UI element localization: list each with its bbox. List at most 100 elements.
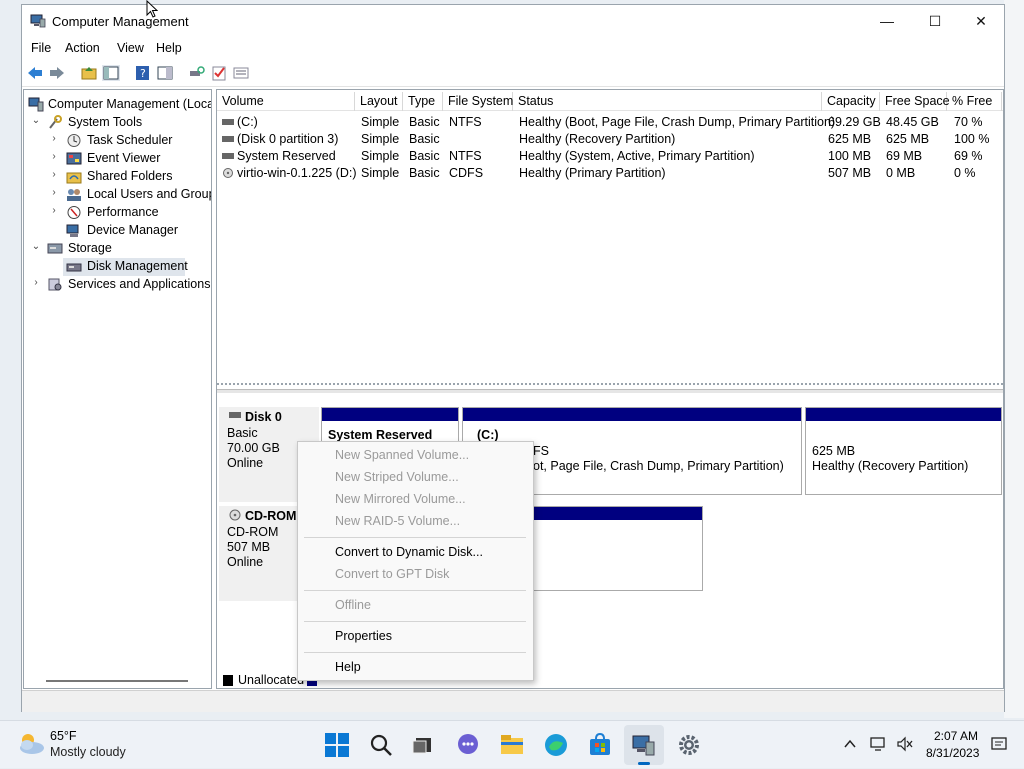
show-hide-console-tree-icon[interactable]: [102, 65, 120, 81]
task-view-icon[interactable]: [410, 732, 436, 758]
collapse-chevron-icon[interactable]: ⌄: [30, 115, 42, 129]
volume-type: Basic: [409, 149, 440, 163]
expand-chevron-icon[interactable]: ›: [48, 187, 60, 201]
tree-item-device-manager[interactable]: Device Manager: [24, 222, 211, 240]
column-header-free-space[interactable]: Free Space: [880, 92, 950, 111]
horizontal-scrollbar[interactable]: [46, 680, 188, 682]
column-header-file-system[interactable]: File System: [443, 92, 513, 111]
weather-widget[interactable]: 65°F Mostly cloudy: [10, 721, 140, 769]
partition-cdrom[interactable]: [533, 506, 703, 591]
tree-item-disk-management[interactable]: Disk Management: [63, 258, 188, 276]
active-app-highlight[interactable]: [624, 725, 664, 765]
performance-icon: [67, 206, 81, 219]
pane-splitter[interactable]: [217, 389, 1003, 393]
window-title: Computer Management: [52, 14, 189, 29]
volume-type: Basic: [409, 132, 440, 146]
tree-item-event-viewer[interactable]: › Event Viewer: [24, 150, 211, 168]
teams-chat-icon[interactable]: [455, 732, 481, 758]
search-icon[interactable]: [368, 732, 394, 758]
volume-row[interactable]: (Disk 0 partition 3) Simple Basic Health…: [217, 131, 1003, 148]
menu-help[interactable]: Help: [156, 41, 182, 55]
partition-bar: [534, 507, 702, 520]
computer-management-icon: [632, 735, 655, 756]
tree-item-performance[interactable]: › Performance: [24, 204, 211, 222]
column-header-volume[interactable]: Volume: [217, 92, 355, 111]
partition-bar: [806, 408, 1001, 421]
tree-item-local-users-groups[interactable]: › Local Users and Groups: [24, 186, 211, 204]
menu-item-properties[interactable]: Properties: [335, 629, 392, 643]
disk-status: Online: [227, 555, 264, 569]
list-scrollbar[interactable]: [217, 383, 1003, 385]
disk-status: Online: [227, 456, 264, 470]
column-header-capacity[interactable]: Capacity: [822, 92, 880, 111]
windows-start-icon[interactable]: [324, 732, 350, 758]
menu-item-convert-to-gpt-disk[interactable]: Convert to GPT Disk: [335, 567, 449, 581]
menu-item-new-raid5-volume[interactable]: New RAID-5 Volume...: [335, 514, 460, 528]
maximize-button[interactable]: ☐: [912, 5, 958, 37]
microsoft-store-icon[interactable]: [587, 732, 613, 758]
clock-time[interactable]: 2:07 AM: [934, 729, 978, 743]
column-header-type[interactable]: Type: [403, 92, 443, 111]
close-button[interactable]: ✕: [958, 5, 1004, 37]
expand-chevron-icon[interactable]: ›: [48, 169, 60, 183]
column-header-status[interactable]: Status: [513, 92, 822, 111]
column-header-percent-free[interactable]: % Free: [947, 92, 1002, 111]
partition-file-system: FS: [533, 444, 549, 458]
clock-date[interactable]: 8/31/2023: [926, 746, 979, 760]
expand-chevron-icon[interactable]: ›: [48, 151, 60, 165]
system-tools-icon: [49, 115, 62, 129]
column-header-layout[interactable]: Layout: [355, 92, 403, 111]
disk-icon: [229, 412, 241, 418]
up-folder-icon[interactable]: [80, 65, 98, 81]
tree-item-system-tools[interactable]: ⌄ System Tools: [24, 114, 211, 132]
menu-item-new-striped-volume[interactable]: New Striped Volume...: [335, 470, 459, 484]
tree-item-task-scheduler[interactable]: › Task Scheduler: [24, 132, 211, 150]
expand-chevron-icon[interactable]: ›: [48, 205, 60, 219]
chevron-up-icon[interactable]: [843, 738, 857, 750]
speaker-muted-icon[interactable]: [896, 736, 914, 752]
volume-row[interactable]: (C:) Simple Basic NTFS Healthy (Boot, Pa…: [217, 114, 1003, 131]
volume-row[interactable]: System Reserved Simple Basic NTFS Health…: [217, 148, 1003, 165]
clock-icon: [67, 134, 81, 147]
back-arrow-icon[interactable]: [26, 65, 44, 81]
checklist-icon[interactable]: [210, 65, 228, 81]
title-bar[interactable]: Computer Management — ☐ ✕: [22, 5, 1004, 38]
file-explorer-icon[interactable]: [499, 732, 525, 758]
forward-arrow-icon[interactable]: [48, 65, 66, 81]
menu-file[interactable]: File: [31, 41, 51, 55]
minimize-button[interactable]: —: [864, 5, 910, 37]
menu-item-new-mirrored-volume[interactable]: New Mirrored Volume...: [335, 492, 466, 506]
tree-item-services-applications[interactable]: › Services and Applications: [24, 276, 211, 294]
notification-icon[interactable]: [990, 736, 1008, 752]
collapse-chevron-icon[interactable]: ⌄: [30, 241, 42, 255]
status-bar: [22, 690, 1004, 712]
network-icon[interactable]: [870, 736, 888, 752]
menu-view[interactable]: View: [117, 41, 144, 55]
menu-item-convert-to-dynamic-disk[interactable]: Convert to Dynamic Disk...: [335, 545, 483, 559]
settings-gear-icon[interactable]: [676, 732, 702, 758]
volume-capacity: 69.29 GB: [828, 115, 881, 129]
tree-item-storage[interactable]: ⌄ Storage: [24, 240, 211, 258]
menu-separator: [304, 537, 526, 538]
tree-item-computer-management[interactable]: Computer Management (Local: [24, 96, 211, 114]
partition-recovery[interactable]: 625 MB Healthy (Recovery Partition): [805, 407, 1002, 495]
expand-chevron-icon[interactable]: ›: [30, 277, 42, 291]
tree-item-shared-folders[interactable]: › Shared Folders: [24, 168, 211, 186]
menu-action[interactable]: Action: [65, 41, 100, 55]
expand-chevron-icon[interactable]: ›: [48, 133, 60, 147]
cloudy-weather-icon: [20, 734, 44, 754]
show-action-pane-icon[interactable]: [156, 65, 174, 81]
volume-percent-free: 70 %: [954, 115, 983, 129]
menu-item-help[interactable]: Help: [335, 660, 361, 674]
disk-size: 70.00 GB: [227, 441, 280, 455]
rescan-disks-icon[interactable]: [188, 65, 206, 81]
menu-separator: [304, 621, 526, 622]
volume-row[interactable]: virtio-win-0.1.225 (D:) Simple Basic CDF…: [217, 165, 1003, 182]
edge-browser-icon[interactable]: [543, 732, 569, 758]
menu-item-new-spanned-volume[interactable]: New Spanned Volume...: [335, 448, 469, 462]
properties-list-icon[interactable]: [232, 65, 250, 81]
help-icon[interactable]: ?: [134, 65, 152, 81]
menu-item-offline[interactable]: Offline: [335, 598, 371, 612]
volume-name: virtio-win-0.1.225 (D:): [237, 166, 357, 180]
menu-separator: [304, 652, 526, 653]
